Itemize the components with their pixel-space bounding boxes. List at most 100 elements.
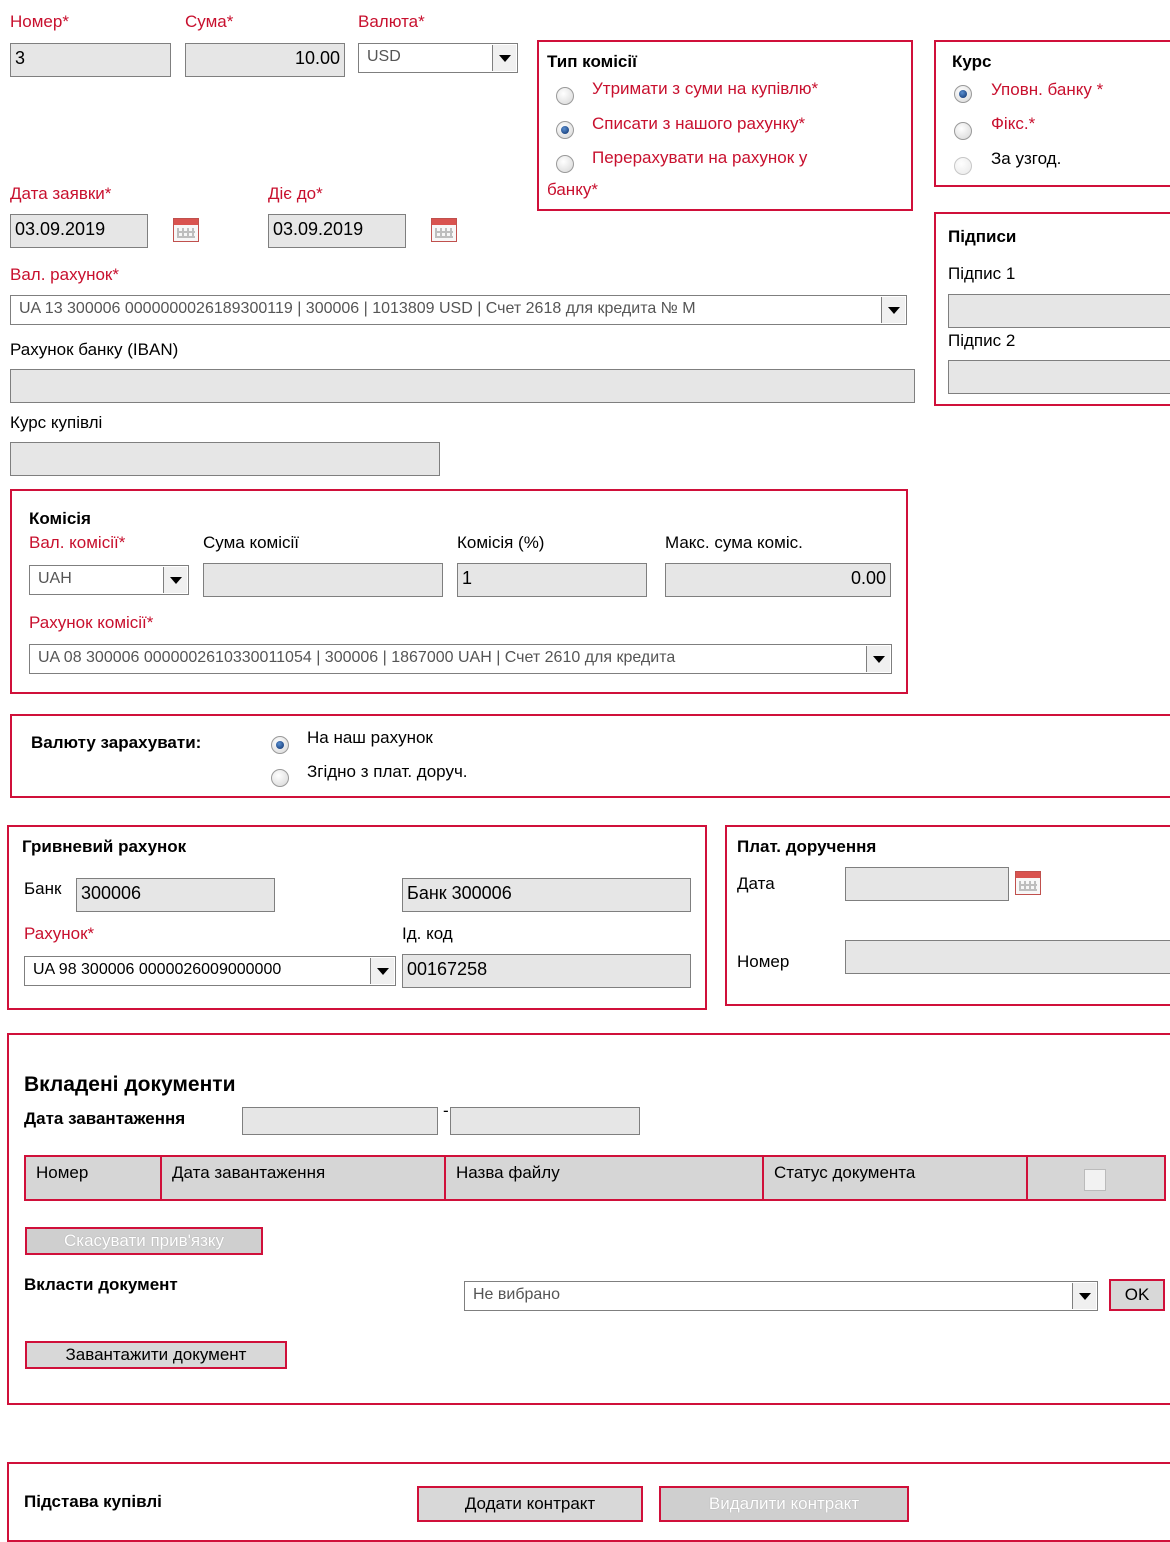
upload-document-button[interactable]: Завантажити документ xyxy=(25,1341,287,1369)
purchase-rate-label: Курс купівлі xyxy=(10,413,103,432)
chevron-down-icon[interactable] xyxy=(492,45,516,71)
rate-radio-3[interactable] xyxy=(954,157,972,175)
column-header-file-name[interactable]: Назва файлу xyxy=(446,1157,764,1199)
commission-type-option-3: Перерахувати на рахунок у xyxy=(592,148,808,167)
commission-max-input[interactable]: 0.00 xyxy=(665,563,891,597)
rate-option-3: За узгод. xyxy=(991,149,1062,168)
bank-code-input[interactable]: 300006 xyxy=(76,878,275,912)
upload-date-from-input[interactable] xyxy=(242,1107,438,1135)
attach-document-label: Вкласти документ xyxy=(24,1275,178,1294)
commission-sum-label: Сума комісії xyxy=(203,533,299,552)
sum-label: Сума* xyxy=(185,12,234,31)
payment-order-box: Плат. доручення Дата Номер xyxy=(725,825,1170,1006)
payment-order-number-input[interactable] xyxy=(845,940,1170,974)
purchase-basis-box: Підстава купівлі Додати контракт Видалит… xyxy=(7,1462,1170,1542)
upload-date-separator: - xyxy=(443,1101,449,1120)
chevron-down-icon[interactable] xyxy=(1072,1283,1096,1309)
sum-input[interactable]: 10.00 xyxy=(185,43,345,77)
credit-currency-radio-1[interactable] xyxy=(271,736,289,754)
purchase-basis-label: Підстава купівлі xyxy=(24,1492,162,1511)
currency-account-value: UA 13 300006 0000000026189300119 | 30000… xyxy=(19,300,696,317)
unlink-button[interactable]: Скасувати прив'язку xyxy=(25,1227,263,1255)
commission-percent-input[interactable]: 1 xyxy=(457,563,647,597)
payment-order-title: Плат. доручення xyxy=(737,837,877,856)
commission-currency-select[interactable]: UAH xyxy=(29,565,189,595)
commission-box: Комісія Вал. комісії* UAH Сума комісії К… xyxy=(10,489,908,694)
attach-document-value: Не вибрано xyxy=(473,1286,561,1303)
currency-label: Валюта* xyxy=(358,12,425,31)
rate-radio-2[interactable] xyxy=(954,122,972,140)
calendar-icon[interactable] xyxy=(1015,871,1041,895)
number-input[interactable]: 3 xyxy=(10,43,171,77)
payment-order-date-input[interactable] xyxy=(845,867,1009,901)
column-header-upload-date[interactable]: Дата завантаження xyxy=(162,1157,446,1199)
commission-sum-input[interactable] xyxy=(203,563,443,597)
payment-order-number-label: Номер xyxy=(737,952,790,971)
uah-account-value: UA 98 300006 0000026009000000 xyxy=(33,961,282,978)
purchase-rate-input[interactable] xyxy=(10,442,440,476)
currency-account-label: Вал. рахунок* xyxy=(10,265,119,284)
currency-select[interactable]: USD xyxy=(358,43,518,73)
signatures-title: Підписи xyxy=(948,227,1017,246)
column-header-number[interactable]: Номер xyxy=(26,1157,162,1199)
valid-until-label: Діє до* xyxy=(268,184,323,203)
add-contract-button[interactable]: Додати контракт xyxy=(417,1486,643,1522)
commission-title: Комісія xyxy=(29,509,91,528)
attached-docs-box: Вкладені документи Дата завантаження - Н… xyxy=(7,1033,1170,1405)
credit-currency-label: Валюту зарахувати: xyxy=(31,733,202,752)
signatures-box: Підписи Підпис 1 Підпис 2 xyxy=(934,212,1170,406)
commission-type-radio-1[interactable] xyxy=(556,87,574,105)
bank-account-label: Рахунок банку (IBAN) xyxy=(10,340,179,359)
uah-account-select[interactable]: UA 98 300006 0000026009000000 xyxy=(24,956,396,986)
select-all-checkbox[interactable] xyxy=(1084,1169,1106,1191)
credit-currency-option-1: На наш рахунок xyxy=(307,728,433,747)
commission-account-select[interactable]: UA 08 300006 0000002610330011054 | 30000… xyxy=(29,644,892,674)
bank-account-input[interactable] xyxy=(10,369,915,403)
upload-date-label: Дата завантаження xyxy=(24,1109,186,1128)
signature-1-field xyxy=(948,294,1170,328)
commission-currency-value: UAH xyxy=(38,570,72,587)
calendar-icon[interactable] xyxy=(173,218,199,242)
currency-select-value: USD xyxy=(367,48,401,65)
rate-option-2: Фікс.* xyxy=(991,114,1036,133)
signature-2-label: Підпис 2 xyxy=(948,331,1016,350)
rate-radio-1[interactable] xyxy=(954,85,972,103)
bank-label: Банк xyxy=(24,879,62,898)
commission-type-radio-3[interactable] xyxy=(556,155,574,173)
uah-account-label: Рахунок* xyxy=(24,924,95,943)
delete-contract-button[interactable]: Видалити контракт xyxy=(659,1486,909,1522)
commission-max-label: Макс. сума коміс. xyxy=(665,533,803,552)
id-code-field: 00167258 xyxy=(402,954,691,988)
attach-document-select[interactable]: Не вибрано xyxy=(464,1281,1098,1311)
currency-account-select[interactable]: UA 13 300006 0000000026189300119 | 30000… xyxy=(10,295,907,325)
signature-2-field xyxy=(948,360,1170,394)
chevron-down-icon[interactable] xyxy=(881,297,905,323)
chevron-down-icon[interactable] xyxy=(163,567,187,593)
signature-1-label: Підпис 1 xyxy=(948,264,1016,283)
commission-type-box: Тип комісії Утримати з суми на купівлю* … xyxy=(537,40,913,211)
commission-type-option-1: Утримати з суми на купівлю* xyxy=(592,79,819,98)
number-label: Номер* xyxy=(10,12,69,31)
uah-account-title: Гривневий рахунок xyxy=(22,837,187,856)
upload-date-to-input[interactable] xyxy=(450,1107,640,1135)
bank-name-field: Банк 300006 xyxy=(402,878,691,912)
commission-account-value: UA 08 300006 0000002610330011054 | 30000… xyxy=(38,649,676,666)
chevron-down-icon[interactable] xyxy=(866,646,890,672)
ok-button[interactable]: OK xyxy=(1109,1279,1165,1311)
commission-type-title: Тип комісії xyxy=(547,52,637,71)
id-code-label: Ід. код xyxy=(402,924,453,943)
request-date-input[interactable]: 03.09.2019 xyxy=(10,214,148,248)
docs-table-header: Номер Дата завантаження Назва файлу Стат… xyxy=(24,1155,1166,1201)
rate-box: Курс Уповн. банку * Фікс.* За узгод. xyxy=(934,40,1170,187)
column-header-status[interactable]: Статус документа xyxy=(764,1157,1028,1199)
valid-until-input[interactable]: 03.09.2019 xyxy=(268,214,406,248)
credit-currency-radio-2[interactable] xyxy=(271,769,289,787)
commission-currency-label: Вал. комісії* xyxy=(29,533,126,552)
commission-type-option-2: Списати з нашого рахунку* xyxy=(592,114,806,133)
calendar-icon[interactable] xyxy=(431,218,457,242)
commission-type-radio-2[interactable] xyxy=(556,121,574,139)
commission-percent-label: Комісія (%) xyxy=(457,533,545,552)
credit-currency-option-2: Згідно з плат. доруч. xyxy=(307,762,468,781)
commission-account-label: Рахунок комісії* xyxy=(29,613,154,632)
chevron-down-icon[interactable] xyxy=(370,958,394,984)
